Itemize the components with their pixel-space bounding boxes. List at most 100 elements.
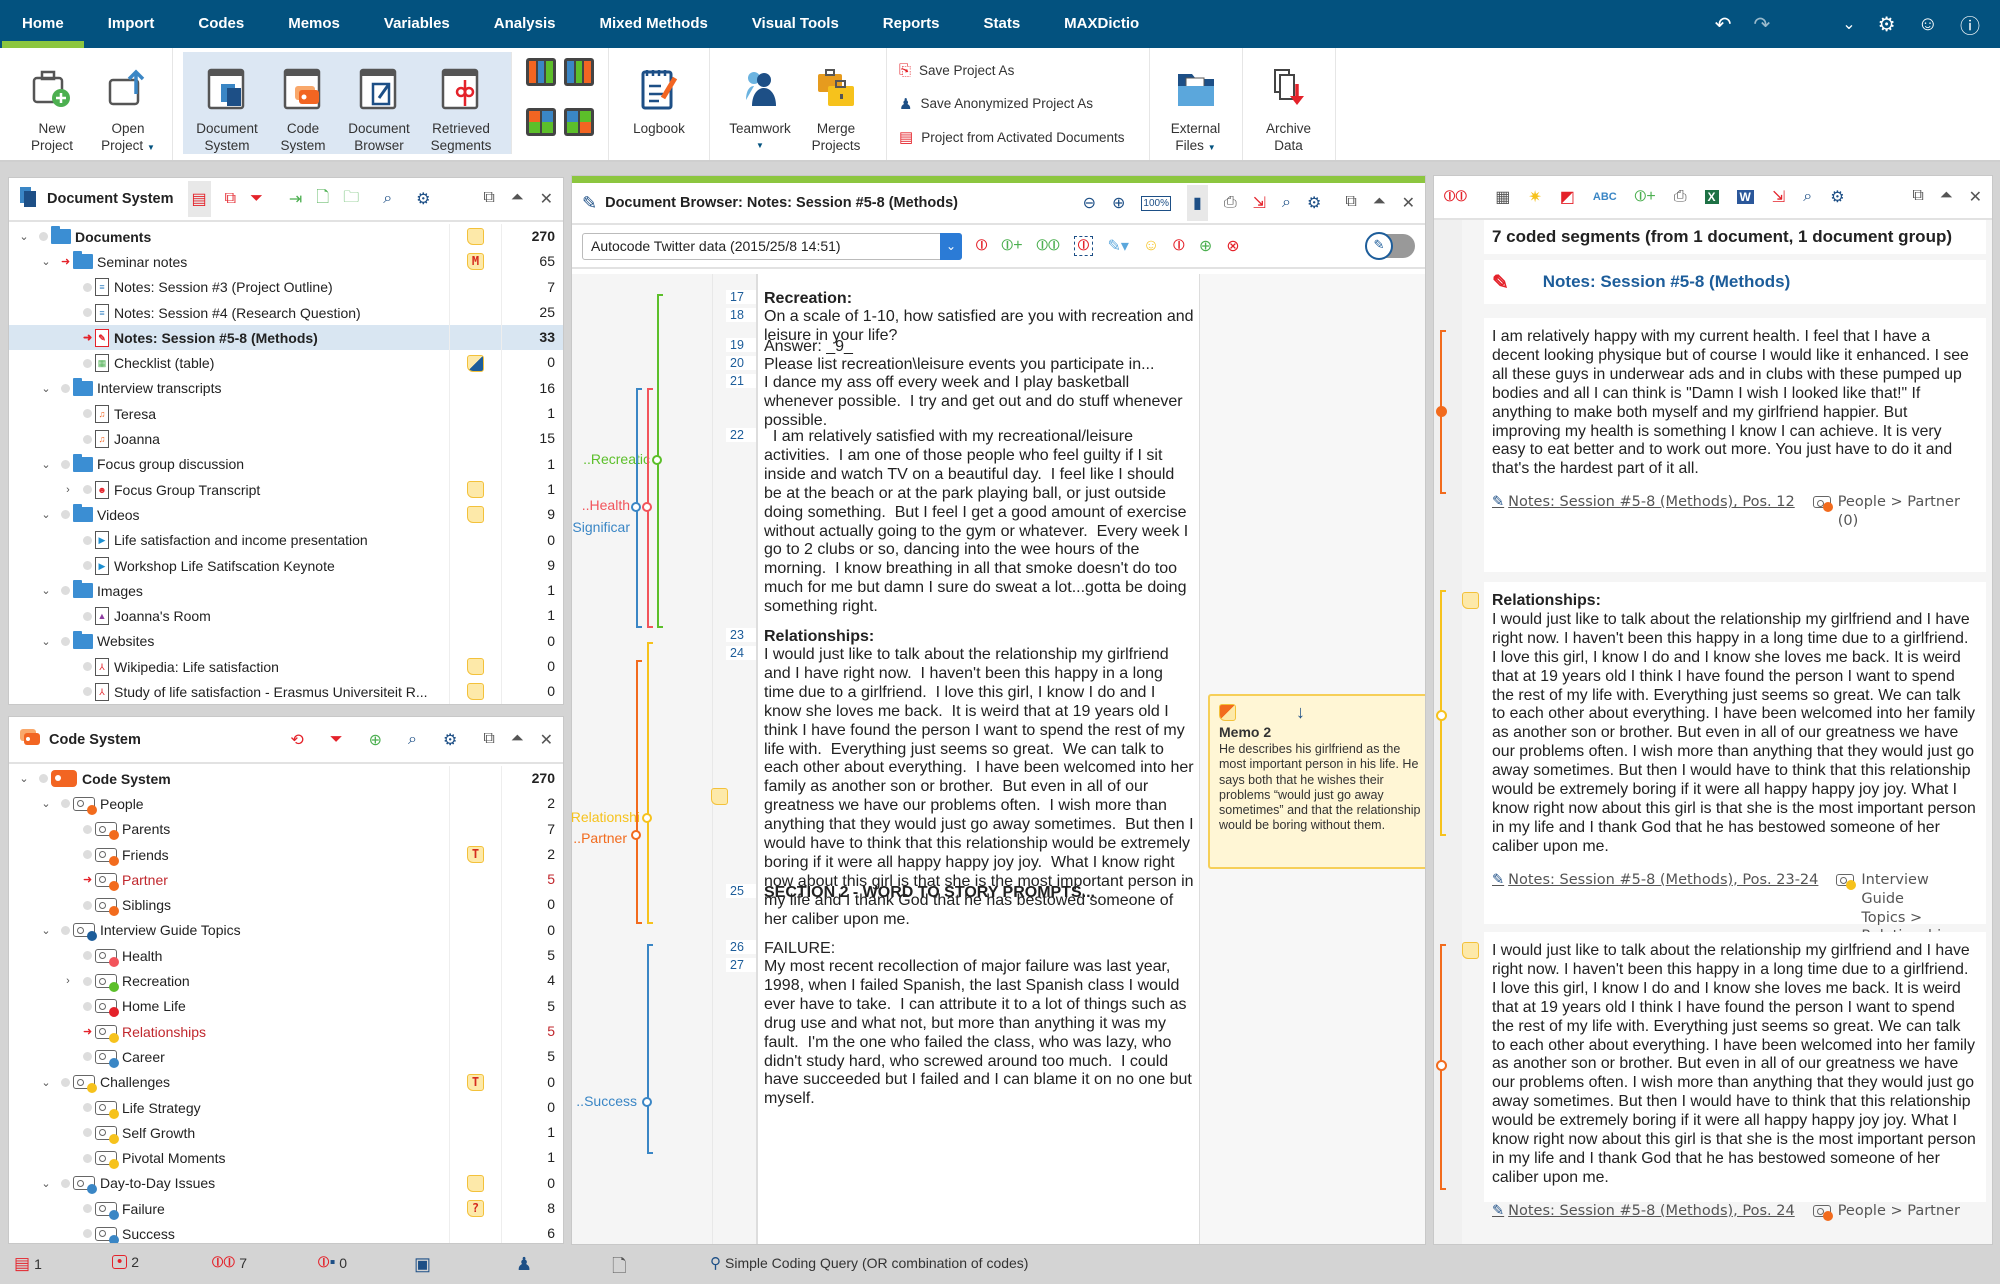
code-tree-item[interactable]: ⌄ Interview Guide Topics 0: [9, 917, 563, 944]
new-code-icon[interactable]: ⊕: [369, 730, 382, 750]
document-tree-item[interactable]: ▶ Life satisfaction and income presentati…: [9, 527, 563, 553]
retrieved-segments-icon[interactable]: ⦶⦶: [1444, 188, 1467, 206]
teamwork-button[interactable]: Teamwork ▼: [722, 54, 798, 154]
code-tree-item[interactable]: Home Life 5: [9, 993, 563, 1019]
activation-dot[interactable]: [39, 774, 48, 784]
close-icon[interactable]: ✕: [1969, 187, 1982, 207]
activation-dot[interactable]: [83, 561, 92, 570]
activate-documents-icon[interactable]: ▤: [187, 181, 211, 217]
menu-tab-mixed-methods[interactable]: Mixed Methods: [577, 0, 729, 48]
maximize-icon[interactable]: ⏶: [511, 730, 524, 750]
document-tree-item[interactable]: ♫ Teresa 1: [9, 401, 563, 427]
activation-dot[interactable]: [83, 1153, 92, 1163]
segment-code-path[interactable]: People > Partner (0): [1812, 493, 1960, 531]
search-icon[interactable]: ⌕: [408, 731, 417, 749]
coding-stripe-label[interactable]: ..Partner: [573, 830, 627, 846]
document-tree-item[interactable]: ⌄ Images 1: [9, 578, 563, 604]
document-tree-item[interactable]: ⌄ Focus group discussion 1: [9, 451, 563, 477]
activation-dot[interactable]: [61, 510, 70, 520]
document-tree-item[interactable]: › ☻ Focus Group Transcript 1: [9, 476, 563, 503]
code-tree-item[interactable]: Failure? 8: [9, 1196, 563, 1222]
document-tree-item[interactable]: ⌄ Videos 9: [9, 502, 563, 528]
code-tree-item[interactable]: Success 6: [9, 1221, 563, 1243]
layout-preset-3-icon[interactable]: [526, 108, 556, 136]
code-with-new-code-in-vivo-icon[interactable]: ⦶⦶: [1037, 237, 1060, 255]
memo-icon[interactable]: [467, 228, 484, 246]
activation-dot[interactable]: [83, 687, 92, 697]
activation-dot[interactable]: [83, 358, 92, 368]
close-icon[interactable]: ✕: [540, 730, 553, 750]
activation-dot[interactable]: [83, 1052, 92, 1062]
document-system-button[interactable]: Document System: [189, 54, 265, 154]
activation-dot[interactable]: [83, 976, 92, 986]
export-icon[interactable]: ⇲: [1772, 187, 1785, 207]
chevron-right-icon[interactable]: ›: [61, 484, 75, 496]
smiley-feedback-icon[interactable]: ☺: [1918, 13, 1938, 36]
menu-tab-stats[interactable]: Stats: [961, 0, 1042, 48]
undock-icon[interactable]: ⧉: [1345, 193, 1356, 213]
memo-icon[interactable]: [1462, 592, 1479, 609]
code-tree-item[interactable]: Siblings 0: [9, 892, 563, 918]
code-tree-item[interactable]: Friends T 2: [9, 841, 563, 868]
coded-segment[interactable]: I am relatively happy with my current he…: [1436, 318, 1986, 572]
activation-dot[interactable]: [83, 1001, 92, 1011]
code-tree-item[interactable]: Pivotal Moments 1: [9, 1145, 563, 1171]
code-tree-item[interactable]: ➜ Partner 5: [9, 867, 563, 893]
search-icon[interactable]: ⌕: [1282, 194, 1291, 212]
activation-dot[interactable]: [83, 485, 92, 495]
add-link-icon[interactable]: ⊕: [1199, 236, 1212, 256]
chevron-down-icon[interactable]: ⌄: [39, 924, 53, 937]
activation-dot[interactable]: [83, 308, 92, 318]
coding-stripe-label[interactable]: ..Relationshi: [572, 809, 640, 825]
document-tree-item[interactable]: ⅄ Study of life satisfaction - Erasmus Un…: [9, 679, 563, 704]
activation-dot[interactable]: [83, 1128, 92, 1138]
memo-icon[interactable]: [467, 506, 484, 524]
project-from-activated-documents-button[interactable]: ▤ Project from Activated Documents: [899, 121, 1125, 154]
code-segments-icon[interactable]: ⦶+: [1635, 188, 1656, 206]
menu-tab-codes[interactable]: Codes: [176, 0, 266, 48]
menu-tab-home[interactable]: Home: [0, 0, 86, 48]
menu-tab-maxdictio[interactable]: MAXDictio: [1042, 0, 1161, 48]
word-export-icon[interactable]: W: [1736, 190, 1754, 204]
activation-dot[interactable]: [83, 611, 92, 621]
menu-tab-import[interactable]: Import: [86, 0, 177, 48]
chevron-down-icon[interactable]: ⌄: [39, 458, 53, 471]
status-weight-filter[interactable]: ⦶▪ 0: [318, 1254, 347, 1272]
filter-documents-icon[interactable]: ⏷: [250, 190, 263, 208]
activation-dot[interactable]: [83, 434, 92, 444]
redo-icon[interactable]: ↷: [1753, 12, 1770, 37]
word-cloud-icon[interactable]: ABC: [1593, 191, 1617, 203]
chevron-down-icon[interactable]: ⌄: [39, 1177, 53, 1190]
close-icon[interactable]: ✕: [540, 189, 553, 209]
code-system-button[interactable]: Code System: [265, 54, 341, 154]
coding-stripe-node[interactable]: [642, 813, 652, 823]
menu-tab-analysis[interactable]: Analysis: [472, 0, 578, 48]
document-paragraph[interactable]: I dance my ass off every week and I play…: [764, 374, 1195, 431]
coding-stripe-node[interactable]: [642, 1097, 652, 1107]
code-tree-item[interactable]: ⌄ Challenges T 0: [9, 1069, 563, 1095]
undock-icon[interactable]: ⧉: [483, 730, 494, 750]
emoticode-icon[interactable]: ☺: [1143, 237, 1159, 255]
print-icon[interactable]: ⎙: [1224, 194, 1237, 212]
segment-source-link[interactable]: ✎ Notes: Session #5-8 (Methods), Pos. 24: [1492, 1202, 1795, 1221]
document-tree-item[interactable]: ≡ Notes: Session #3 (Project Outline) 7: [9, 274, 563, 300]
gear-icon[interactable]: ⚙: [1878, 12, 1896, 37]
code-tree-item[interactable]: Career 5: [9, 1044, 563, 1070]
coded-segment[interactable]: I would just like to talk about the rela…: [1436, 932, 1986, 1221]
chevron-down-icon[interactable]: ⌄: [1842, 14, 1855, 34]
new-document-icon[interactable]: 🗋: [316, 186, 329, 213]
export-icon[interactable]: ⇲: [1253, 193, 1266, 213]
activation-dot[interactable]: [61, 383, 70, 393]
coding-stripe-label[interactable]: ..Significar: [572, 519, 630, 535]
print-icon[interactable]: ⎙: [1674, 188, 1687, 206]
document-tree-item[interactable]: ▶ Workshop Life Satifscation Keynote 9: [9, 552, 563, 579]
maximize-icon[interactable]: ⏶: [511, 189, 524, 209]
document-paragraph[interactable]: Please list recreation\leisure events yo…: [764, 356, 1195, 375]
code-tree-item[interactable]: ⌄ Code System 270: [9, 766, 563, 792]
maximize-icon[interactable]: ⏶: [1373, 193, 1386, 213]
document-paragraph[interactable]: I am relatively satisfied with my recrea…: [764, 428, 1195, 617]
chevron-down-icon[interactable]: ⌄: [39, 1076, 53, 1089]
excel-export-icon[interactable]: X: [1704, 190, 1719, 204]
remove-link-icon[interactable]: ⊗: [1226, 236, 1239, 256]
memo-icon[interactable]: [1462, 942, 1479, 959]
